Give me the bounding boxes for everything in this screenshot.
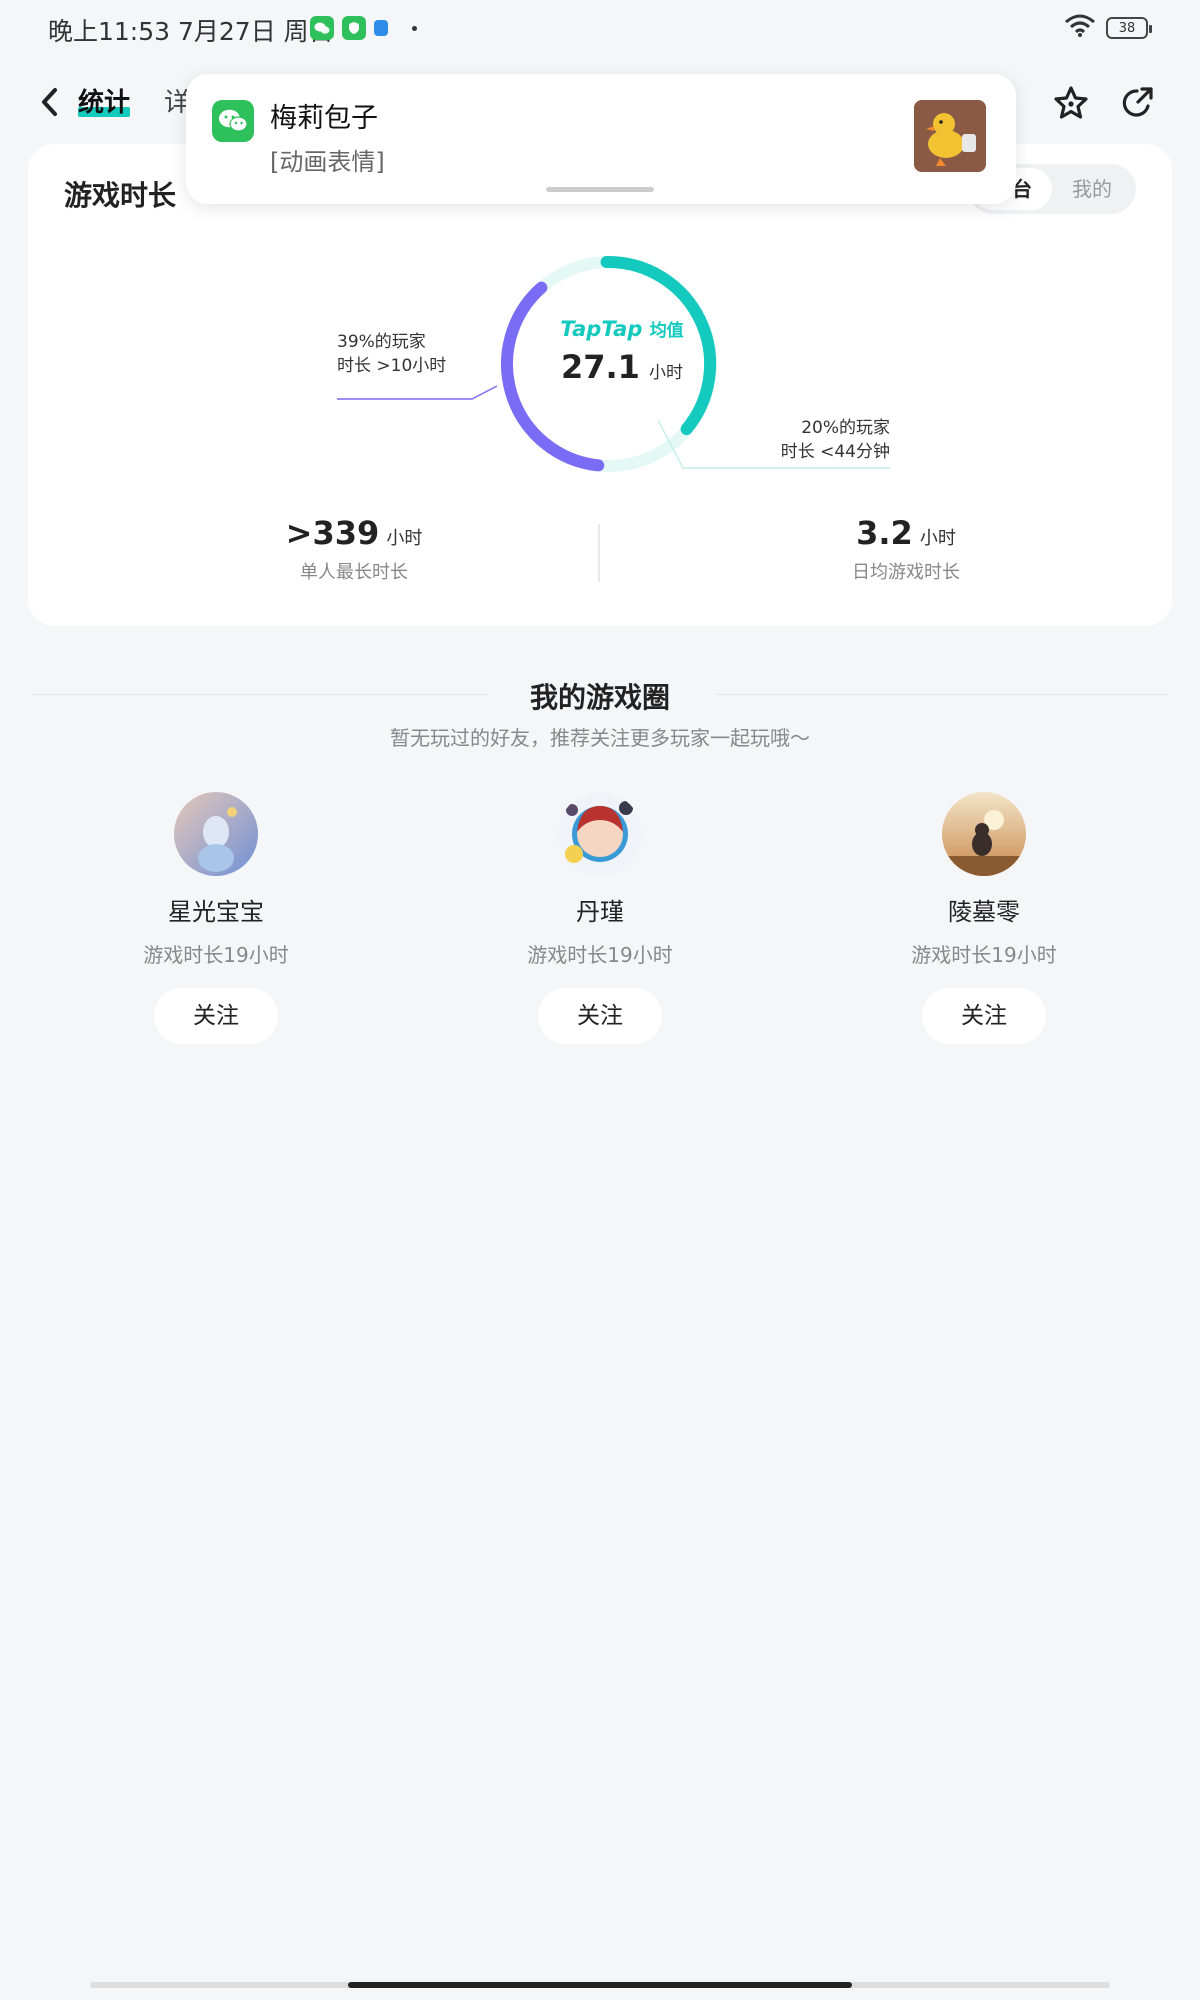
brand-name: TapTap — [560, 317, 643, 341]
callout-left-line1: 39%的玩家 — [337, 332, 426, 352]
star-icon — [1054, 86, 1088, 119]
notification-title: 梅莉包子 — [270, 103, 378, 134]
nav-actions — [1048, 80, 1160, 126]
callout-long-players: 39%的玩家 时长 >10小时 — [337, 330, 446, 378]
game-circle-subtitle: 暂无玩过的好友，推荐关注更多玩家一起玩哦～ — [390, 726, 810, 750]
wifi-icon — [1064, 14, 1096, 42]
status-time: 晚上11:53 7月27日 周日 — [48, 17, 334, 46]
average-unit: 小时 — [649, 363, 684, 383]
battery-icon: 38 — [1106, 17, 1152, 39]
friend-name: 丹瑾 — [576, 898, 624, 926]
friend-card: 陵墓零 游戏时长19小时 关注 — [854, 792, 1114, 1044]
gesture-bar-track — [90, 1982, 1110, 1988]
shield-app-icon — [342, 16, 366, 40]
playtime-card: 游戏时长 平台 我的 TapTap 均值 27.1 小时 39%的玩家 时长 >… — [28, 144, 1172, 626]
stat-daily-unit: 小时 — [919, 528, 956, 549]
avatar[interactable] — [174, 792, 258, 876]
average-number: 27.1 — [560, 348, 640, 386]
stat-divider — [598, 524, 600, 582]
game-circle-title: 我的游戏圈 — [529, 681, 670, 714]
follow-button[interactable]: 关注 — [922, 988, 1046, 1044]
wechat-icon — [310, 16, 334, 40]
friend-card: 星光宝宝 游戏时长19小时 关注 — [86, 792, 346, 1044]
notification-handle[interactable] — [546, 187, 654, 192]
stat-daily-value: 3.2 — [856, 514, 913, 552]
small-app-icon — [374, 20, 388, 36]
back-button[interactable] — [30, 80, 70, 124]
favorite-button[interactable] — [1048, 80, 1094, 126]
stat-daily-playtime: 3.2 小时 日均游戏时长 — [776, 514, 1036, 584]
back-arrow-icon — [42, 88, 57, 116]
home-indicator[interactable] — [348, 1982, 852, 1988]
stat-max-playtime: >339 小时 单人最长时长 — [224, 514, 484, 584]
friend-name: 陵墓零 — [948, 898, 1020, 926]
tab-stats-label: 统计 — [78, 88, 131, 118]
status-bar: 晚上11:53 7月27日 周日 38 — [0, 0, 1200, 60]
tab-stats[interactable]: 统计 — [78, 82, 131, 119]
toggle-mine[interactable]: 我的 — [1052, 168, 1132, 210]
friend-playtime: 游戏时长19小时 — [527, 943, 673, 967]
wechat-icon — [212, 100, 254, 142]
wechat-notification[interactable]: 梅莉包子 [动画表情] — [186, 74, 1016, 204]
donut-segment-average — [600, 255, 717, 436]
notification-body: [动画表情] — [270, 148, 385, 176]
callout-left-leader — [337, 385, 498, 400]
stat-max-unit: 小时 — [386, 528, 423, 549]
stat-max-label: 单人最长时长 — [300, 562, 408, 583]
share-button[interactable] — [1114, 80, 1160, 126]
stat-daily-label: 日均游戏时长 — [852, 562, 960, 583]
dot-icon — [412, 25, 417, 31]
taptap-brand: TapTap 均值 — [542, 316, 702, 341]
stat-max-value: >339 — [285, 514, 380, 552]
status-app-icons — [310, 16, 417, 40]
sticker-thumbnail — [914, 100, 986, 172]
friend-playtime: 游戏时长19小时 — [911, 943, 1057, 967]
friend-name: 星光宝宝 — [168, 898, 264, 926]
avatar[interactable] — [942, 792, 1026, 876]
playtime-title: 游戏时长 — [64, 179, 177, 212]
status-right: 38 — [1064, 14, 1152, 42]
friend-card: 丹瑾 游戏时长19小时 关注 — [470, 792, 730, 1044]
callout-right-leader — [658, 420, 890, 469]
friend-playtime: 游戏时长19小时 — [143, 943, 289, 967]
brand-suffix: 均值 — [649, 321, 684, 341]
average-value: 27.1 小时 — [542, 348, 702, 386]
follow-button[interactable]: 关注 — [538, 988, 662, 1044]
follow-button[interactable]: 关注 — [154, 988, 278, 1044]
avatar[interactable] — [558, 792, 642, 876]
share-icon — [1122, 87, 1153, 117]
